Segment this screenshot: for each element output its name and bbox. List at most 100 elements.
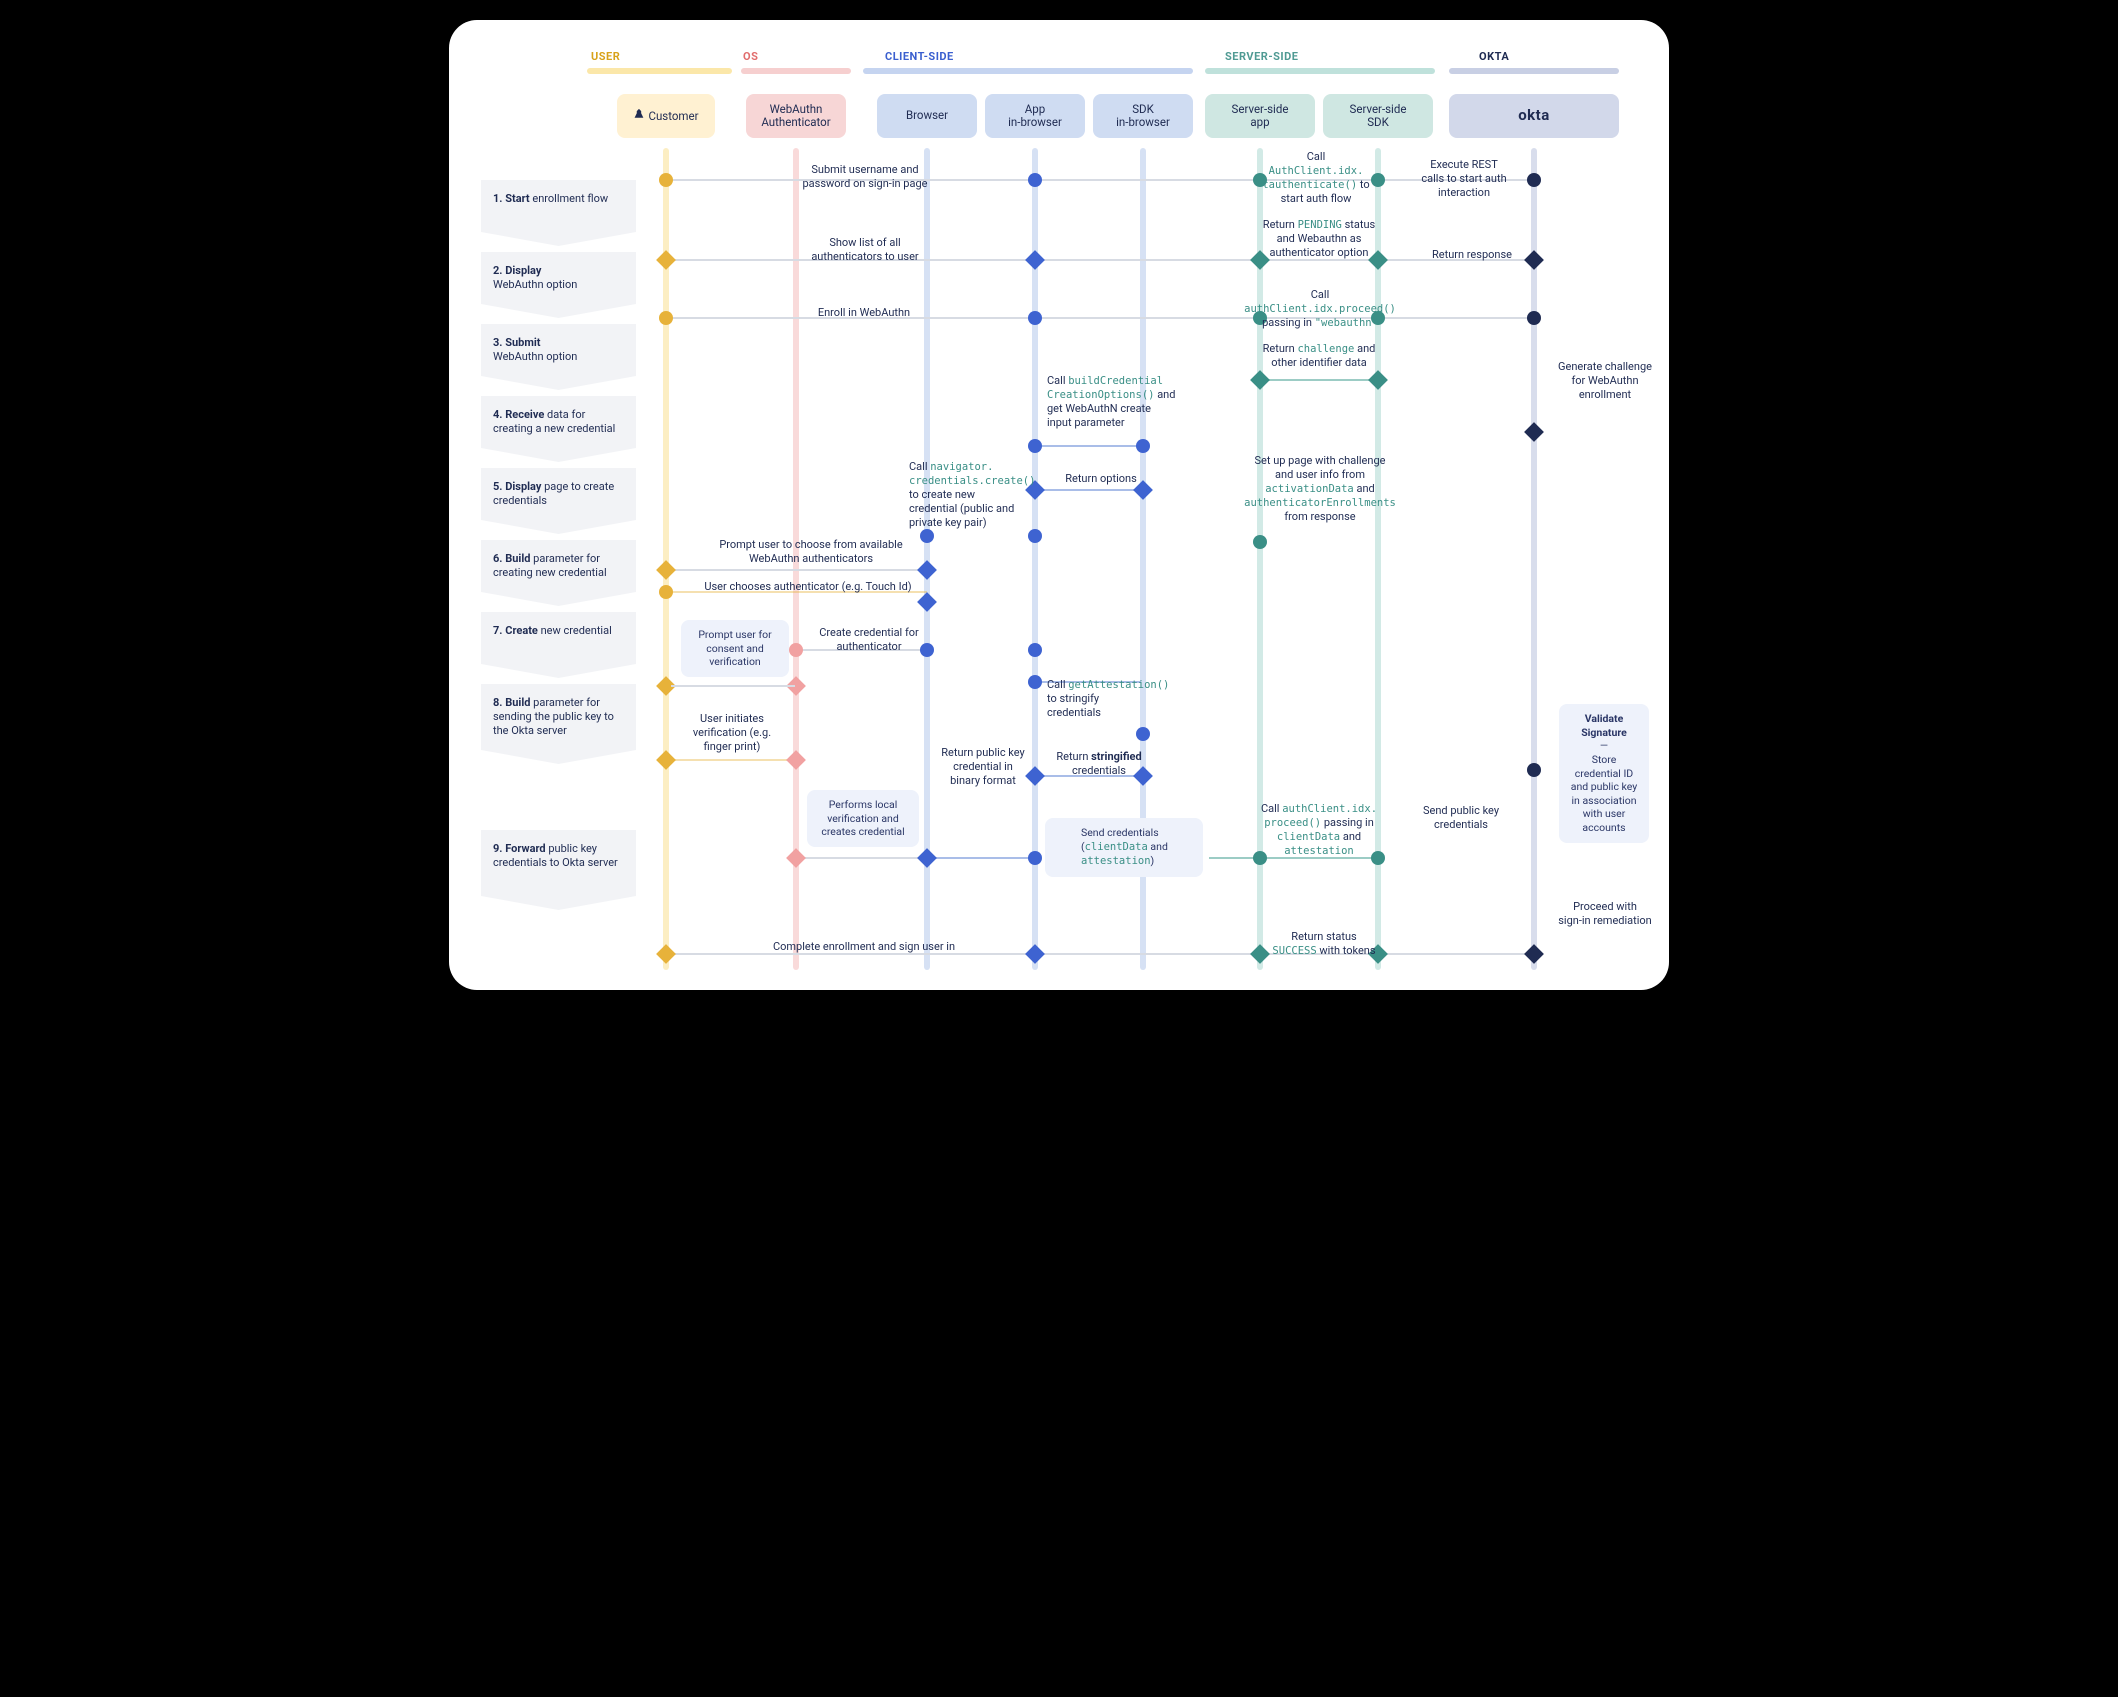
step-8: 8. Build parameter for sending the publi… <box>481 684 636 764</box>
ann-choose: User chooses authenticator (e.g. Touch I… <box>683 580 933 594</box>
ann-verify: User initiatesverification (e.g.finger p… <box>677 712 787 753</box>
node-app-7 <box>1028 643 1042 657</box>
ann-proceed2: Call authClient.idx.proceed() passing in… <box>1249 802 1389 859</box>
node-okta-1 <box>1527 173 1541 187</box>
section-user-label: USER <box>591 50 620 63</box>
node-os-7 <box>789 643 803 657</box>
step-5: 5. Display page to create credentials <box>481 468 636 534</box>
step-6: 6. Build parameter for creating new cred… <box>481 540 636 606</box>
node-sdkcl-4 <box>1136 439 1150 453</box>
step-4: 4. Receive data for creating a new crede… <box>481 396 636 462</box>
node-user-1 <box>659 173 673 187</box>
node-brw-9 <box>917 848 937 868</box>
step-7: 7. Create new credential <box>481 612 636 678</box>
ann-showlist: Show list of allauthenticators to user <box>785 236 945 264</box>
lane-sdk: SDKin-browser <box>1093 94 1193 138</box>
person-icon <box>633 109 644 120</box>
note-validate: ValidateSignature—Storecredential IDand … <box>1559 704 1649 843</box>
node-app-5b <box>1028 529 1042 543</box>
edge-prompt <box>669 569 927 571</box>
edge-fwd-a <box>797 857 927 859</box>
ann-setup: Set up page with challengeand user info … <box>1235 454 1405 524</box>
ann-enroll: Enroll in WebAuthn <box>799 306 929 320</box>
ann-authclient: CallAuthClient.idx.tauthenticate() tosta… <box>1247 150 1385 206</box>
edge-retopt <box>1037 489 1141 491</box>
ann-prompt: Prompt user to choose from availableWebA… <box>701 538 921 566</box>
node-app-4 <box>1028 439 1042 453</box>
ann-createcred: Create credential forauthenticator <box>809 626 929 654</box>
edge-fwd-b <box>929 857 1035 859</box>
node-okta-2 <box>1524 250 1544 270</box>
section-server-bar <box>1205 68 1435 74</box>
lane-serverapp: Server-sideapp <box>1205 94 1315 138</box>
node-user-6 <box>656 560 676 580</box>
note-localverify: Performs localverification andcreates cr… <box>807 790 919 847</box>
node-app-2 <box>1025 250 1045 270</box>
note-consent: Prompt user forconsent andverification <box>681 620 789 677</box>
lane-app: Appin-browser <box>985 94 1085 138</box>
node-app-3 <box>1028 311 1042 325</box>
section-server-label: SERVER-SIDE <box>1225 50 1299 63</box>
node-app-10 <box>1025 944 1045 964</box>
section-os-label: OS <box>743 50 758 63</box>
diagram-canvas: USER OS CLIENT-SIDE SERVER-SIDE OKTA Cus… <box>449 20 1669 990</box>
node-app-9 <box>1028 851 1042 865</box>
node-okta-9 <box>1527 763 1541 777</box>
node-user-8b <box>656 750 676 770</box>
lane-customer: Customer <box>617 94 715 138</box>
section-client-label: CLIENT-SIDE <box>885 50 954 63</box>
ann-navcreate: Call navigator.credentials.create()to cr… <box>909 460 1029 530</box>
node-app-1 <box>1028 173 1042 187</box>
node-brw-6a <box>920 529 934 543</box>
ann-getatt: Call getAttestation()to stringifycredent… <box>1047 678 1177 720</box>
node-user-10 <box>656 944 676 964</box>
lane-webauthn: WebAuthnAuthenticator <box>746 94 846 138</box>
section-user-bar <box>587 68 732 74</box>
ann-retresp: Return response <box>1417 248 1527 262</box>
node-srv-3b <box>1250 370 1270 390</box>
lane-okta: okta <box>1449 94 1619 138</box>
ann-submit: Submit username andpassword on sign-in p… <box>785 163 945 191</box>
node-os-8 <box>786 750 806 770</box>
section-os-bar <box>741 68 851 74</box>
section-okta-label: OKTA <box>1479 50 1509 63</box>
node-okta-10 <box>1524 944 1544 964</box>
edge-buildcred <box>1037 445 1141 447</box>
node-srv-setup-out <box>1253 535 1267 549</box>
node-sdkcl-8 <box>1136 727 1150 741</box>
ann-retpub: Return public keycredential inbinary for… <box>925 746 1041 787</box>
section-okta-bar <box>1449 68 1619 74</box>
swimlane-okta <box>1531 148 1537 970</box>
node-user-6b <box>659 585 673 599</box>
node-os-9 <box>786 848 806 868</box>
ann-proceed: Call authClient.idx.proceed()passing in … <box>1235 288 1405 330</box>
ann-buildcred: Call buildCredentialCreationOptions() an… <box>1047 374 1187 430</box>
node-user-3 <box>659 311 673 325</box>
ann-success: Return statusSUCCESS with tokens <box>1259 930 1389 958</box>
edge-verify <box>669 759 795 761</box>
ann-remediation: Proceed withsign-in remediation <box>1545 900 1665 928</box>
node-brw-6c <box>917 592 937 612</box>
ann-retopt: Return options <box>1051 472 1151 486</box>
step-9: 9. Forward public key credentials to Okt… <box>481 830 636 910</box>
ann-retchallenge: Return challenge andother identifier dat… <box>1249 342 1389 370</box>
ann-sendpub: Send public keycredentials <box>1401 804 1521 832</box>
swimlane-customer <box>663 148 669 970</box>
step-3: 3. Submit WebAuthn option <box>481 324 636 390</box>
node-app-8 <box>1028 675 1042 689</box>
section-client-bar <box>863 68 1193 74</box>
node-sdk-3b <box>1368 370 1388 390</box>
node-okta-3b <box>1524 422 1544 442</box>
step-2: 2. Display WebAuthn option <box>481 252 636 318</box>
ann-pending: Return PENDING statusand Webauthn asauth… <box>1249 218 1389 260</box>
edge-userinit <box>671 685 795 687</box>
swimlane-browser <box>924 148 930 970</box>
lane-serversdk: Server-sideSDK <box>1323 94 1433 138</box>
node-okta-3 <box>1527 311 1541 325</box>
step-1: 1. Start enrollment flow <box>481 180 636 246</box>
ann-genchallenge: Generate challengefor WebAuthnenrollment <box>1545 360 1665 401</box>
ann-retstr: Return stringifiedcredentials <box>1049 750 1149 778</box>
note-sendcreds: Send credentials(clientData and attestat… <box>1045 818 1203 877</box>
edge-retchal <box>1261 379 1377 381</box>
ann-rest: Execute RESTcalls to start authinteracti… <box>1409 158 1519 199</box>
